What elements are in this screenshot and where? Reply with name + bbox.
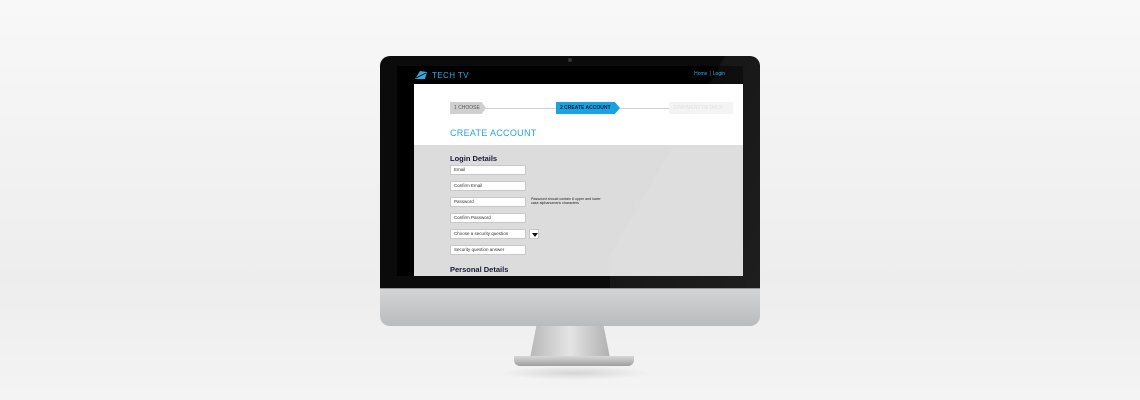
progress-steps: 1 CHOOSE PACKAGE 2 CREATE ACCOUNT 3 PAYM…	[450, 102, 740, 114]
nav-separator: |	[709, 71, 711, 77]
top-nav: Home | Login	[694, 71, 725, 77]
stand-shadow	[500, 366, 650, 380]
login-link[interactable]: Login	[713, 71, 725, 77]
password-hint: Password should contain 8 upper and lowe…	[531, 197, 601, 206]
password-field[interactable]: Password	[450, 197, 526, 207]
login-details-heading: Login Details	[450, 154, 498, 163]
page-content: 1 CHOOSE PACKAGE 2 CREATE ACCOUNT 3 PAYM…	[414, 84, 743, 276]
chevron-down-icon[interactable]	[529, 229, 539, 239]
top-bar: TECH TV Home | Login	[397, 66, 743, 84]
monitor-stand-base	[514, 356, 634, 366]
screen: TECH TV Home | Login 1 CHOOSE PACKAGE 2 …	[397, 66, 743, 276]
personal-details-heading: Personal Details	[450, 265, 509, 274]
monitor: TECH TV Home | Login 1 CHOOSE PACKAGE 2 …	[380, 56, 760, 326]
monitor-bezel: TECH TV Home | Login 1 CHOOSE PACKAGE 2 …	[380, 56, 760, 288]
step-connector	[620, 108, 669, 109]
monitor-chin	[380, 288, 760, 326]
camera-icon	[568, 58, 572, 62]
step-choose-package[interactable]: 1 CHOOSE PACKAGE	[450, 102, 486, 114]
step-connector	[486, 108, 556, 109]
step-payment-details[interactable]: 3 PAYMENT DETAILS	[669, 102, 733, 114]
confirm-password-field[interactable]: Confirm Password	[450, 213, 526, 223]
step-create-account[interactable]: 2 CREATE ACCOUNT	[556, 102, 620, 114]
email-field[interactable]: Email	[450, 165, 526, 175]
home-link[interactable]: Home	[694, 71, 707, 77]
security-question-select[interactable]: Choose a security question	[450, 229, 526, 239]
confirm-email-field[interactable]: Confirm Email	[450, 181, 526, 191]
monitor-stand-neck	[530, 326, 610, 358]
brand-name: TECH TV	[432, 71, 469, 80]
security-answer-field[interactable]: Security question answer	[450, 245, 526, 255]
tech-tv-logo-icon	[415, 71, 427, 79]
page-title: CREATE ACCOUNT	[450, 128, 537, 138]
